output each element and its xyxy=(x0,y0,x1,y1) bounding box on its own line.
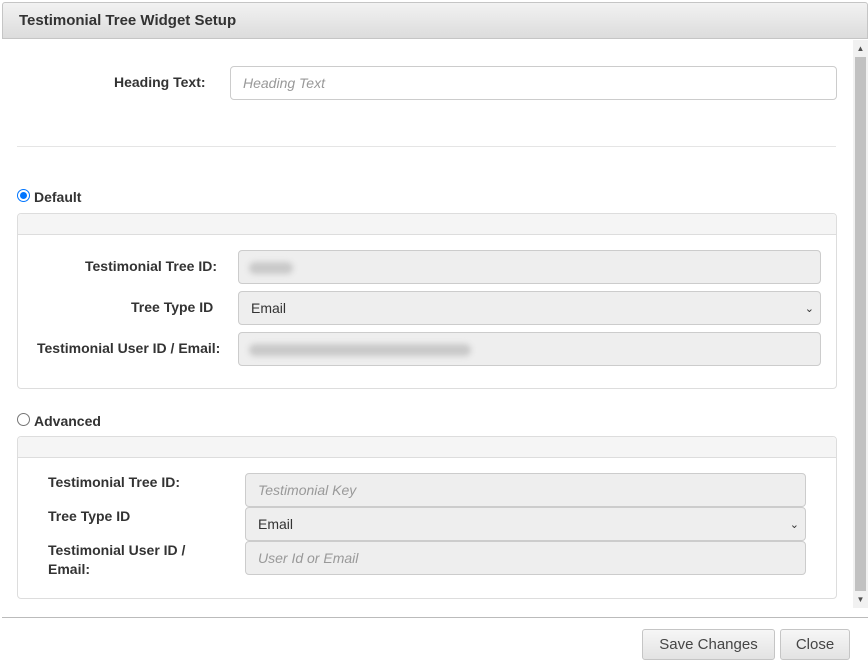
scroll-up-icon[interactable]: ▲ xyxy=(853,40,868,57)
heading-text-placeholder: Heading Text xyxy=(243,75,325,91)
save-changes-button[interactable]: Save Changes xyxy=(642,629,775,660)
redacted-user-email xyxy=(249,344,471,356)
advanced-user-id-placeholder: User Id or Email xyxy=(258,550,359,566)
default-user-id-label: Testimonial User ID / Email: xyxy=(37,340,221,356)
heading-text-label: Heading Text: xyxy=(114,74,206,90)
close-button[interactable]: Close xyxy=(780,629,850,660)
heading-text-input[interactable]: Heading Text xyxy=(230,66,837,100)
advanced-panel-header xyxy=(18,437,836,458)
advanced-tree-type-label: Tree Type ID xyxy=(48,508,131,524)
default-tree-id-field xyxy=(238,250,821,284)
chevron-down-icon: ⌄ xyxy=(789,519,799,531)
scrollbar-thumb[interactable] xyxy=(855,57,866,591)
advanced-user-id-label-line1: Testimonial User ID / xyxy=(48,542,186,558)
advanced-tree-type-value: Email xyxy=(258,516,294,532)
default-user-id-field xyxy=(238,332,821,366)
advanced-tree-id-label: Testimonial Tree ID: xyxy=(48,474,180,490)
default-panel-header xyxy=(18,214,836,235)
default-tree-type-select[interactable]: Email ⌄ xyxy=(238,291,821,325)
advanced-user-id-input[interactable]: User Id or Email xyxy=(245,541,806,575)
advanced-user-id-label-line2: Email: xyxy=(48,561,91,577)
redacted-tree-id xyxy=(249,262,293,274)
default-tree-type-label: Tree Type ID xyxy=(131,299,214,315)
default-radio[interactable] xyxy=(17,189,30,202)
footer-divider xyxy=(2,617,868,618)
chevron-down-icon: ⌄ xyxy=(804,303,814,315)
default-tree-type-value: Email xyxy=(251,300,287,316)
dialog-titlebar[interactable]: Testimonial Tree Widget Setup xyxy=(2,2,868,39)
default-tree-id-label: Testimonial Tree ID: xyxy=(85,258,217,274)
advanced-tree-id-placeholder: Testimonial Key xyxy=(258,482,357,498)
divider xyxy=(17,146,836,147)
advanced-radio[interactable] xyxy=(17,413,30,426)
advanced-tree-type-select[interactable]: Email ⌄ xyxy=(245,507,806,541)
advanced-radio-label[interactable]: Advanced xyxy=(34,413,101,429)
vertical-scrollbar[interactable]: ▲ ▼ xyxy=(853,40,868,608)
dialog-title: Testimonial Tree Widget Setup xyxy=(19,12,237,29)
default-radio-label[interactable]: Default xyxy=(34,189,81,205)
scroll-down-icon[interactable]: ▼ xyxy=(853,591,868,608)
advanced-tree-id-input[interactable]: Testimonial Key xyxy=(245,473,806,507)
